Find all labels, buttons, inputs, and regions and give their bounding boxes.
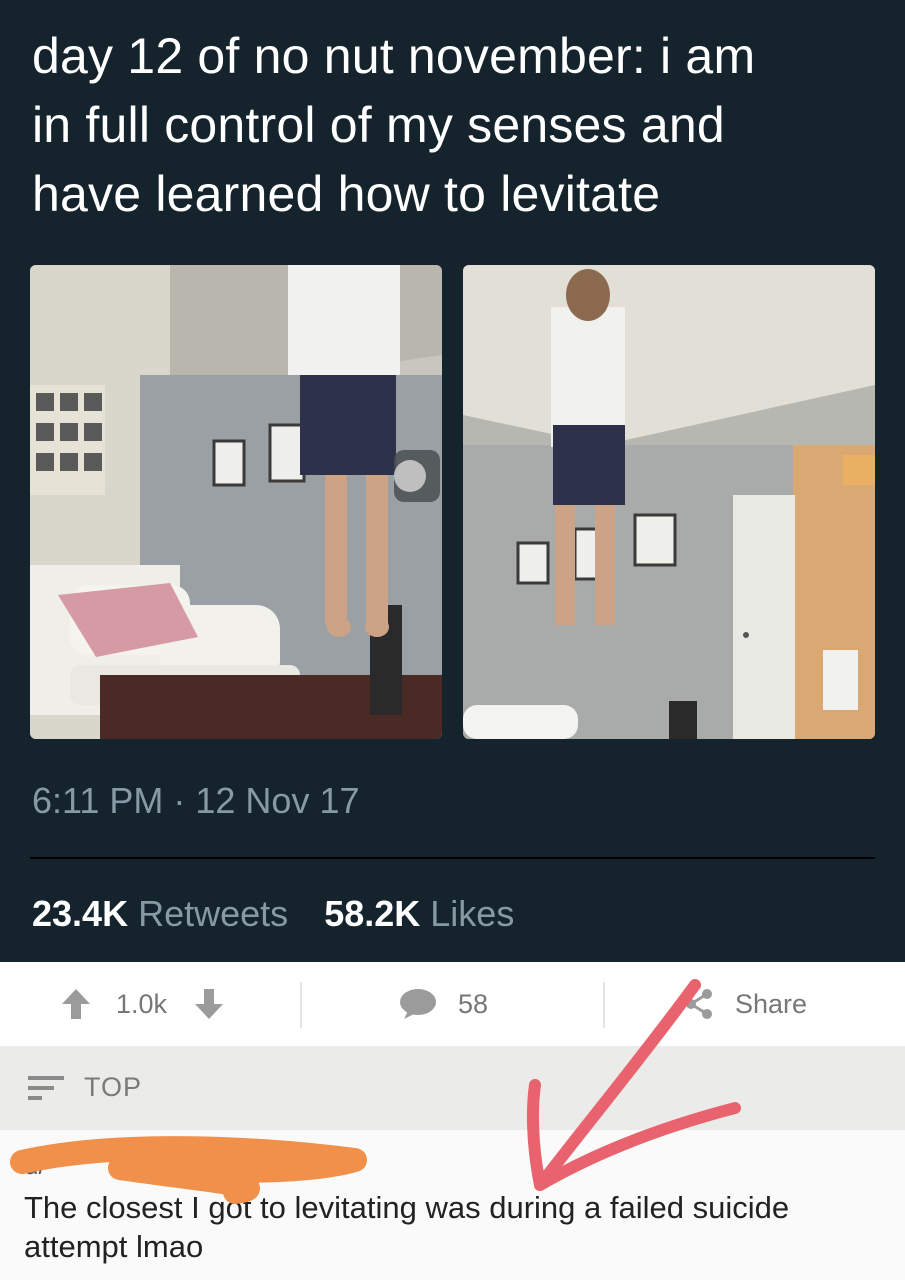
tweet-timestamp: 6:11 PM · 12 Nov 17 [32, 780, 360, 821]
comment[interactable]: u/ The closest I got to levitating was d… [0, 1130, 905, 1280]
tweet-text-line: have learned how to levitate [32, 166, 661, 222]
action-separator [300, 982, 302, 1028]
tweet-photo-right[interactable] [463, 265, 875, 739]
likes-stat[interactable]: 58.2K Likes [324, 893, 514, 935]
tweet-card: day 12 of no nut november: i am in full … [0, 0, 905, 962]
tweet-stats: 23.4K Retweets 58.2K Likes [32, 893, 540, 935]
comment-text: The closest I got to levitating was duri… [24, 1190, 790, 1264]
sort-icon [28, 1074, 66, 1104]
retweets-label: Retweets [138, 893, 289, 934]
comment-bubble-icon [400, 989, 436, 1019]
share-label: Share [735, 988, 808, 1019]
tweet-text-line: in full control of my senses and [32, 97, 725, 153]
tweet-text: day 12 of no nut november: i am in full … [32, 22, 882, 229]
downvote-icon[interactable] [195, 989, 224, 1019]
retweets-count: 23.4K [32, 893, 129, 934]
vote-count: 1.0k [116, 988, 168, 1019]
upvote-icon[interactable] [62, 989, 90, 1019]
likes-count: 58.2K [324, 893, 421, 934]
comment-count: 58 [458, 988, 489, 1019]
share-button[interactable]: Share [685, 962, 807, 1046]
tweet-text-line: day 12 of no nut november: i am [32, 28, 756, 84]
comment-author[interactable]: u/ [24, 1150, 46, 1181]
tweet-photo-left[interactable] [30, 265, 442, 739]
retweets-stat[interactable]: 23.4K Retweets [32, 893, 288, 935]
divider [30, 857, 875, 859]
post-action-bar: 1.0k 58 Share [0, 962, 905, 1046]
share-icon [685, 989, 713, 1019]
sort-label: TOP [84, 1072, 143, 1102]
comments-button[interactable]: 58 [400, 962, 488, 1046]
vote-group: 1.0k [62, 962, 224, 1046]
likes-label: Likes [430, 893, 515, 934]
action-separator [603, 982, 605, 1028]
comments-sort-bar[interactable]: TOP [0, 1046, 905, 1130]
